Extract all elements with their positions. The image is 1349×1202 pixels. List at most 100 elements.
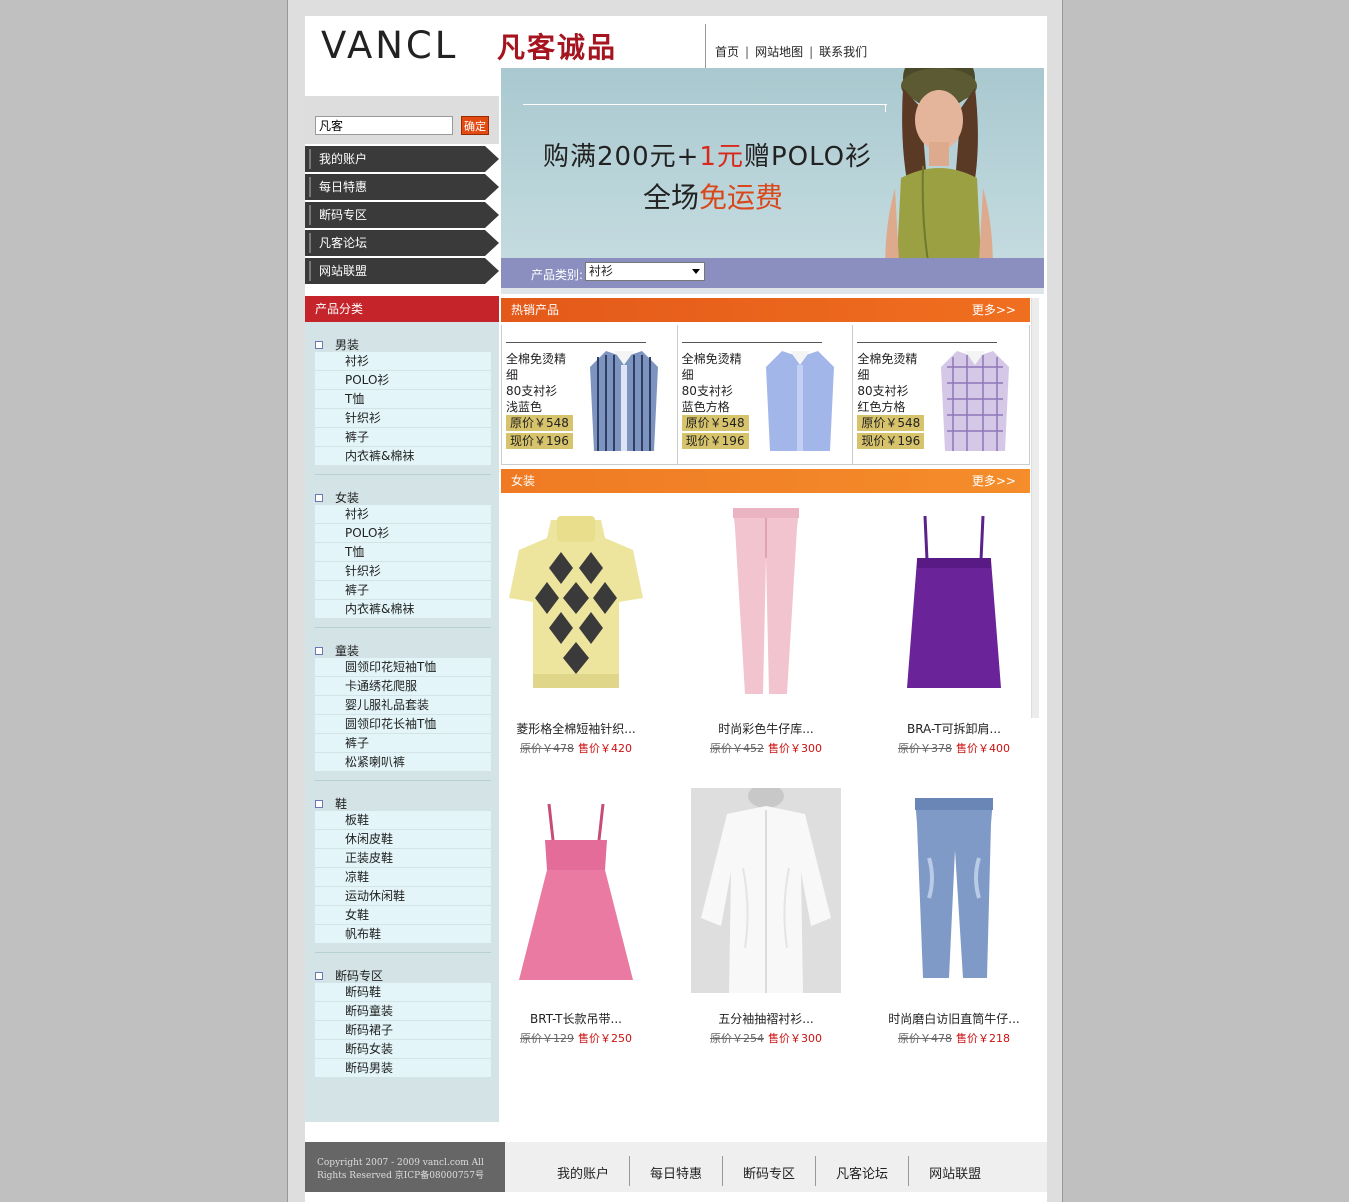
product-card[interactable]: 时尚彩色牛仔库... 原价￥452 售价￥300 bbox=[691, 498, 841, 755]
category-link[interactable]: 裤子 bbox=[315, 581, 491, 600]
more-link[interactable]: 更多>> bbox=[972, 298, 1016, 322]
product-name[interactable]: 时尚彩色牛仔库... bbox=[671, 720, 861, 737]
category-link[interactable]: 松紧喇叭裤 bbox=[315, 753, 491, 772]
title-line: 全棉免烫精 bbox=[681, 352, 742, 366]
chevron-down-icon bbox=[692, 269, 700, 274]
nav-home-link[interactable]: 首页 bbox=[715, 43, 739, 60]
hot-product-title[interactable]: 全棉免烫精 细 80支衬衫 红色方格 bbox=[857, 351, 935, 415]
menu-item-account[interactable]: 我的账户 bbox=[305, 146, 499, 172]
footer-link-clearance[interactable]: 断码专区 bbox=[723, 1156, 817, 1186]
product-image[interactable] bbox=[501, 498, 651, 703]
category-link[interactable]: 帆布鞋 bbox=[315, 925, 491, 944]
women-products-header: 女装 更多>> bbox=[501, 469, 1030, 493]
category-link[interactable]: 裤子 bbox=[315, 428, 491, 447]
category-link[interactable]: 卡通绣花爬服 bbox=[315, 677, 491, 696]
product-name[interactable]: 菱形格全棉短袖针织... bbox=[481, 720, 671, 737]
search-submit-button[interactable]: 确定 bbox=[461, 116, 489, 135]
category-link[interactable]: 断码裙子 bbox=[315, 1021, 491, 1040]
menu-item-affiliate[interactable]: 网站联盟 bbox=[305, 258, 499, 284]
category-link[interactable]: 断码童装 bbox=[315, 1002, 491, 1021]
hot-product-card[interactable]: 全棉免烫精 细 80支衬衫 红色方格 原价￥548 现价￥196 bbox=[853, 325, 1029, 465]
promo-banner[interactable]: 购满200元+1元赠POLO衫 全场免运费 产品类别: 衬衫 bbox=[501, 68, 1044, 288]
page-content: VANCL 凡客诚品 首页 | 网站地图 | 联系我们 确定 我的账户 每日特惠… bbox=[305, 16, 1047, 1202]
category-link[interactable]: 内衣裤&棉袜 bbox=[315, 447, 491, 466]
copyright-line: Copyright 2007 - 2009 vancl.com All bbox=[317, 1158, 484, 1168]
footer: Copyright 2007 - 2009 vancl.com All Righ… bbox=[305, 1142, 1047, 1192]
shirt-image[interactable] bbox=[764, 347, 836, 453]
category-link[interactable]: 断码鞋 bbox=[315, 983, 491, 1002]
product-card[interactable]: BRA-T可拆卸肩... 原价￥378 售价￥400 bbox=[879, 498, 1029, 755]
category-link[interactable]: 圆领印花长袖T恤 bbox=[315, 715, 491, 734]
category-link[interactable]: 针织衫 bbox=[315, 409, 491, 428]
category-link[interactable]: POLO衫 bbox=[315, 524, 491, 543]
menu-item-daily-deals[interactable]: 每日特惠 bbox=[305, 174, 499, 200]
category-title[interactable]: 童装 bbox=[315, 628, 491, 658]
product-image[interactable] bbox=[501, 788, 651, 993]
product-name[interactable]: BRT-T长款吊带... bbox=[481, 1010, 671, 1027]
category-link[interactable]: 断码男装 bbox=[315, 1059, 491, 1078]
category-link[interactable]: 裤子 bbox=[315, 734, 491, 753]
category-link[interactable]: 针织衫 bbox=[315, 562, 491, 581]
category-link[interactable]: 圆领印花短袖T恤 bbox=[315, 658, 491, 677]
vancl-logo[interactable]: VANCL 凡客诚品 bbox=[321, 24, 641, 67]
category-link[interactable]: POLO衫 bbox=[315, 371, 491, 390]
logo-text-cn: 凡客诚品 bbox=[497, 31, 618, 64]
category-link[interactable]: 内衣裤&棉袜 bbox=[315, 600, 491, 619]
product-image[interactable] bbox=[691, 784, 841, 993]
product-card[interactable]: 五分袖抽褶衬衫... 原价￥254 售价￥300 bbox=[691, 784, 841, 1045]
category-link[interactable]: 板鞋 bbox=[315, 811, 491, 830]
category-link[interactable]: 正装皮鞋 bbox=[315, 849, 491, 868]
menu-item-clearance[interactable]: 断码专区 bbox=[305, 202, 499, 228]
hot-product-card[interactable]: 全棉免烫精 细 80支衬衫 蓝色方格 原价￥548 现价￥196 bbox=[678, 325, 854, 465]
category-title[interactable]: 男装 bbox=[315, 322, 491, 352]
category-link[interactable]: 断码女装 bbox=[315, 1040, 491, 1059]
category-group-kids: 童装 圆领印花短袖T恤 卡通绣花爬服 婴儿服礼品套装 圆领印花长袖T恤 裤子 松… bbox=[305, 628, 499, 781]
promo-text: 购满200元+ bbox=[543, 142, 700, 172]
product-name[interactable]: 五分袖抽褶衬衫... bbox=[671, 1010, 861, 1027]
category-title[interactable]: 鞋 bbox=[315, 781, 491, 811]
product-card[interactable]: 时尚磨白访旧直筒牛仔... 原价￥478 售价￥218 bbox=[879, 788, 1029, 1045]
title-line: 全棉免烫精 bbox=[857, 352, 918, 366]
nav-sitemap-link[interactable]: 网站地图 bbox=[755, 43, 803, 60]
category-link[interactable]: 衬衫 bbox=[315, 352, 491, 371]
promo-highlight: 免运费 bbox=[699, 181, 784, 214]
more-link[interactable]: 更多>> bbox=[972, 469, 1016, 493]
product-name[interactable]: BRA-T可拆卸肩... bbox=[859, 720, 1049, 737]
category-select[interactable]: 衬衫 bbox=[585, 262, 705, 281]
category-title[interactable]: 女装 bbox=[315, 475, 491, 505]
category-panel-title: 产品分类 bbox=[305, 296, 499, 322]
nav-contact-link[interactable]: 联系我们 bbox=[819, 43, 867, 60]
category-link[interactable]: 婴儿服礼品套装 bbox=[315, 696, 491, 715]
hot-product-card[interactable]: 全棉免烫精 细 80支衬衫 浅蓝色 原价￥548 现价￥196 bbox=[502, 325, 678, 465]
hot-product-title[interactable]: 全棉免烫精 细 80支衬衫 浅蓝色 bbox=[506, 351, 584, 415]
footer-link-daily-deals[interactable]: 每日特惠 bbox=[630, 1156, 724, 1186]
product-image[interactable] bbox=[879, 788, 1029, 993]
product-name[interactable]: 时尚磨白访旧直筒牛仔... bbox=[859, 1010, 1049, 1027]
category-link[interactable]: 运动休闲鞋 bbox=[315, 887, 491, 906]
category-link[interactable]: 凉鞋 bbox=[315, 868, 491, 887]
title-line: 80支衬衫 bbox=[681, 384, 733, 398]
footer-link-account[interactable]: 我的账户 bbox=[537, 1156, 631, 1186]
product-image[interactable] bbox=[879, 498, 1029, 703]
menu-item-forum[interactable]: 凡客论坛 bbox=[305, 230, 499, 256]
search-input[interactable] bbox=[315, 116, 453, 135]
category-link[interactable]: 衬衫 bbox=[315, 505, 491, 524]
hot-product-title[interactable]: 全棉免烫精 细 80支衬衫 蓝色方格 bbox=[682, 351, 760, 415]
product-image[interactable] bbox=[691, 498, 841, 703]
shirt-image[interactable] bbox=[939, 347, 1011, 453]
product-card[interactable]: BRT-T长款吊带... 原价￥129 售价￥250 bbox=[501, 788, 651, 1045]
category-link[interactable]: 女鞋 bbox=[315, 906, 491, 925]
footer-link-forum[interactable]: 凡客论坛 bbox=[816, 1156, 910, 1186]
category-link[interactable]: 休闲皮鞋 bbox=[315, 830, 491, 849]
category-link[interactable]: T恤 bbox=[315, 543, 491, 562]
content-scrollbar[interactable] bbox=[1031, 298, 1039, 718]
title-line: 浅蓝色 bbox=[506, 400, 543, 414]
original-price: 原价￥548 bbox=[506, 415, 573, 431]
category-title[interactable]: 断码专区 bbox=[315, 953, 491, 983]
category-link[interactable]: T恤 bbox=[315, 390, 491, 409]
product-price: 原价￥478 售价￥218 bbox=[859, 1030, 1049, 1046]
product-card[interactable]: 菱形格全棉短袖针织... 原价￥478 售价￥420 bbox=[501, 498, 651, 755]
footer-link-affiliate[interactable]: 网站联盟 bbox=[909, 1156, 1001, 1186]
shirt-image[interactable] bbox=[588, 347, 660, 453]
banner-decor-line bbox=[523, 104, 887, 105]
